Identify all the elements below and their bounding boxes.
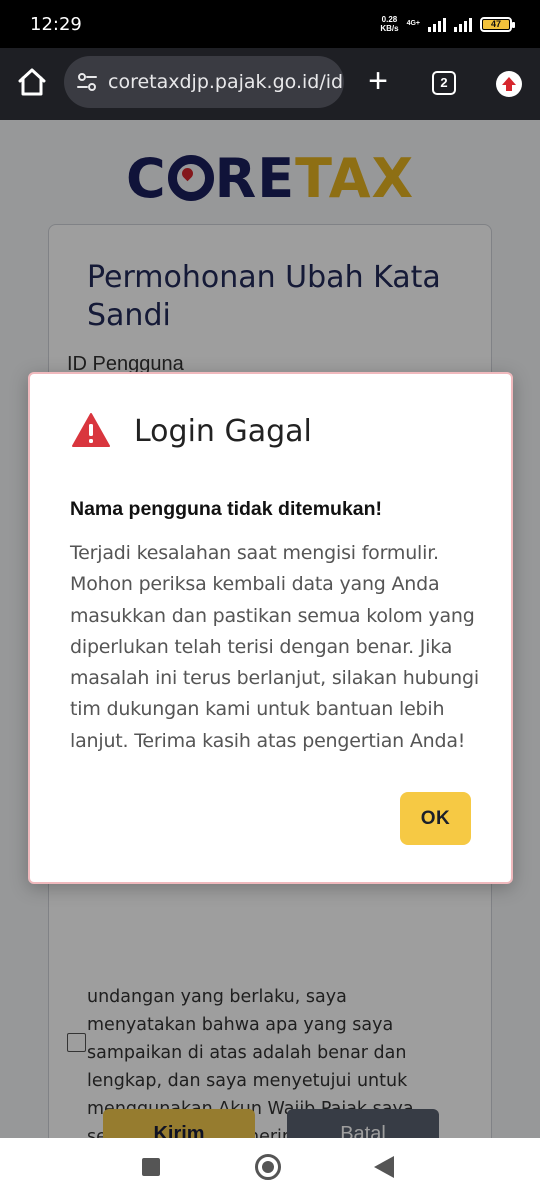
signal-icon [428,16,446,32]
dialog-message: Terjadi kesalahan saat mengisi formulir.… [70,542,479,752]
back-icon[interactable] [374,1156,394,1178]
update-arrow-icon[interactable] [496,71,522,97]
battery-level: 47 [483,19,509,29]
status-indicators: 0.28 KB/s 4G+ 47 [380,12,515,36]
status-time: 12:29 [30,14,82,35]
dialog-heading: Nama pengguna tidak ditemukan! [70,498,383,520]
web-page: C RE TAX Permohonan Ubah Kata Sandi ID P… [0,120,540,1138]
address-bar[interactable]: coretaxdjp.pajak.go.id/ide [64,56,344,108]
network-type: 4G+ [406,20,420,27]
status-bar: 12:29 0.28 KB/s 4G+ 47 [0,0,540,48]
site-settings-icon[interactable] [76,71,98,93]
new-tab-plus-icon[interactable]: + [362,64,394,100]
battery-icon: 47 [480,16,515,32]
home-icon[interactable] [14,64,50,100]
ok-button[interactable]: OK [400,792,471,845]
signal-icon-2 [454,16,472,32]
browser-toolbar: coretaxdjp.pajak.go.id/ide + 2 [0,48,540,120]
network-speed: 0.28 KB/s [380,15,399,33]
url-text: coretaxdjp.pajak.go.id/ide [108,71,344,93]
dialog-title: Login Gagal [134,414,312,449]
navigation-bar [0,1138,540,1200]
recents-icon[interactable] [142,1158,160,1176]
tab-switcher-button[interactable]: 2 [432,71,456,95]
home-circle-icon[interactable] [255,1154,281,1180]
login-error-dialog: Login Gagal Nama pengguna tidak ditemuka… [28,372,513,884]
warning-triangle-icon [72,413,110,447]
